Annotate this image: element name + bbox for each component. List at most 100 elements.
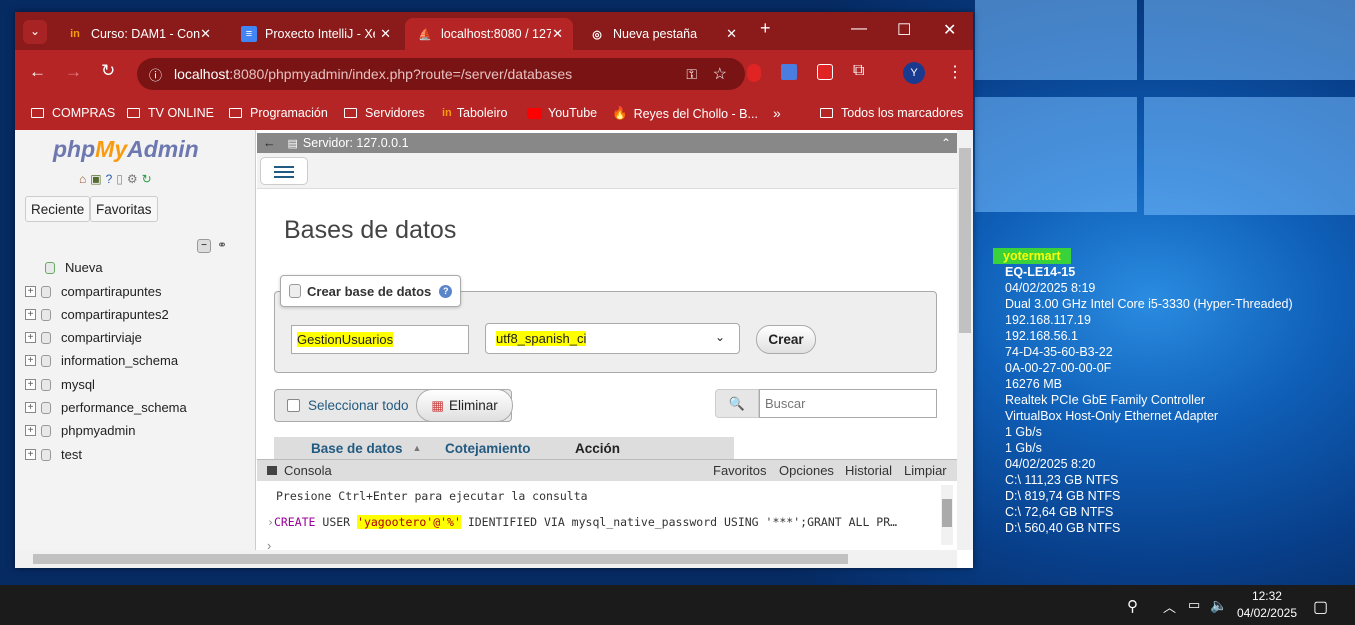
bookmark-programacion[interactable]: Programación xyxy=(229,106,328,120)
close-window-icon[interactable]: ✕ xyxy=(943,20,956,40)
settings-gear-icon[interactable]: ⚙ xyxy=(127,172,138,186)
bookmark-all[interactable]: Todos los marcadores xyxy=(820,106,963,120)
console-scrollbar[interactable] xyxy=(941,485,953,545)
expand-icon[interactable]: + xyxy=(25,449,36,460)
folder-icon xyxy=(31,108,44,118)
pma-logo[interactable]: phpMyAdmin xyxy=(53,136,199,163)
nav-db-item[interactable]: + compartirapuntes2 xyxy=(25,307,169,322)
more-bookmarks-icon[interactable]: » xyxy=(773,105,781,121)
console-query[interactable]: ›CREATE USER 'yagootero'@'%' IDENTIFIED … xyxy=(267,515,932,529)
maximize-icon[interactable]: ☐ xyxy=(897,20,911,40)
sysinfo-line: 16276 MB xyxy=(1005,377,1062,391)
console-favorites-link[interactable]: Favoritos xyxy=(713,463,766,478)
collapse-top-icon[interactable]: ⌃ xyxy=(941,136,951,150)
new-tab-icon[interactable]: + xyxy=(760,18,771,39)
nav-db-item[interactable]: + mysql xyxy=(25,377,95,392)
help-icon[interactable]: ? xyxy=(439,284,453,298)
favorites-button[interactable]: Favoritas xyxy=(90,196,158,222)
close-tab-icon[interactable]: ✕ xyxy=(552,26,563,42)
close-tab-icon[interactable]: ✕ xyxy=(200,26,211,42)
docs-icon[interactable]: ▯ xyxy=(116,172,123,186)
nav-new-database[interactable]: Nueva xyxy=(45,260,103,275)
extension-video-icon[interactable] xyxy=(817,64,833,80)
collation-select[interactable]: utf8_spanish_ci ⌄ xyxy=(485,323,740,354)
bookmark-servidores[interactable]: Servidores xyxy=(344,106,425,120)
extension-translate-icon[interactable] xyxy=(781,64,797,80)
expand-icon[interactable]: + xyxy=(25,355,36,366)
console-header[interactable]: Consola Favoritos Opciones Historial Lim… xyxy=(257,460,957,481)
expand-icon[interactable]: + xyxy=(25,309,36,320)
close-tab-icon[interactable]: ✕ xyxy=(726,26,737,42)
console-options-link[interactable]: Opciones xyxy=(779,463,834,478)
address-bar[interactable]: ⓘ localhost:8080/phpmyadmin/index.php?ro… xyxy=(137,58,745,90)
nav-db-item[interactable]: + test xyxy=(25,447,82,462)
col-collation[interactable]: Cotejamiento xyxy=(437,437,567,459)
database-icon xyxy=(41,354,51,367)
col-database[interactable]: Base de datos ▲ xyxy=(303,437,440,459)
bookmark-tv-online[interactable]: TV ONLINE xyxy=(127,106,214,120)
volume-icon[interactable]: 🔈 xyxy=(1210,597,1227,614)
nav-db-item[interactable]: + information_schema xyxy=(25,353,178,368)
nav-icon-row: ⌂ ▣ ? ▯ ⚙ ↻ xyxy=(79,172,152,186)
recent-button[interactable]: Reciente xyxy=(25,196,91,222)
people-icon[interactable]: ⚲ xyxy=(1127,597,1138,615)
site-info-icon[interactable]: ⓘ xyxy=(149,65,162,84)
show-hidden-icons-icon[interactable]: ︿ xyxy=(1163,597,1176,616)
menu-kebab-icon[interactable]: ⋮ xyxy=(947,62,963,82)
select-all-checkbox[interactable] xyxy=(287,399,300,412)
nav-db-item[interactable]: + performance_schema xyxy=(25,400,187,415)
nav-db-item[interactable]: + compartirviaje xyxy=(25,330,142,345)
bookmark-taboleiro[interactable]: in Taboleiro xyxy=(442,106,508,120)
logout-icon[interactable]: ▣ xyxy=(90,172,101,186)
search-input[interactable]: Buscar xyxy=(759,389,937,418)
collapse-all-icon[interactable]: − xyxy=(197,239,211,253)
nav-db-item[interactable]: + phpmyadmin xyxy=(25,423,135,438)
close-tab-icon[interactable]: ✕ xyxy=(380,26,391,42)
page-vertical-scrollbar[interactable] xyxy=(957,130,973,550)
server-label[interactable]: Servidor: 127.0.0.1 xyxy=(303,136,409,150)
network-icon[interactable]: ▭ xyxy=(1188,597,1200,613)
console-label: Consola xyxy=(284,463,332,478)
expand-icon[interactable]: + xyxy=(25,379,36,390)
bookmark-reyes-chollo[interactable]: 🔥 Reyes del Chollo - B... xyxy=(612,106,758,121)
password-key-icon[interactable]: ⚿ xyxy=(686,66,697,83)
delete-button[interactable]: ▦ Eliminar xyxy=(416,389,513,422)
expand-icon[interactable]: + xyxy=(25,425,36,436)
notifications-icon[interactable]: ▢ xyxy=(1313,597,1328,617)
tab-search-button[interactable]: ⌄ xyxy=(23,20,47,44)
bookmark-star-icon[interactable]: ☆ xyxy=(713,64,727,84)
page-horizontal-scrollbar[interactable] xyxy=(15,550,957,568)
bookmark-compras[interactable]: COMPRAS xyxy=(31,106,115,120)
console-history-link[interactable]: Historial xyxy=(845,463,892,478)
db-name-input[interactable]: GestionUsuarios xyxy=(291,325,469,354)
link-icon[interactable]: ⚭ xyxy=(217,238,227,252)
create-button[interactable]: Crear xyxy=(756,325,816,354)
profile-avatar[interactable]: Y xyxy=(903,62,925,84)
menu-hamburger-button[interactable] xyxy=(260,157,308,185)
help-icon[interactable]: ? xyxy=(106,172,113,186)
folder-icon xyxy=(344,108,357,118)
nav-db-item[interactable]: + compartirapuntes xyxy=(25,284,161,299)
sysinfo-line: 192.168.117.19 xyxy=(1005,313,1091,327)
extension-adblock-icon[interactable] xyxy=(747,64,761,82)
expand-icon[interactable]: + xyxy=(25,402,36,413)
minimize-icon[interactable]: — xyxy=(851,20,867,38)
home-icon[interactable]: ⌂ xyxy=(79,172,86,186)
reload-nav-icon[interactable]: ↻ xyxy=(142,172,152,186)
console-clear-link[interactable]: Limpiar xyxy=(904,463,947,478)
tab-curso[interactable]: in Curso: DAM1 - Con ✕ xyxy=(55,18,221,50)
bookmark-youtube[interactable]: YouTube xyxy=(527,106,597,120)
select-all-label[interactable]: Seleccionar todo xyxy=(308,398,409,413)
tab-nueva[interactable]: ◎ Nueva pestaña ✕ xyxy=(577,18,747,50)
taskbar-clock[interactable]: 12:32 04/02/2025 xyxy=(1237,588,1297,622)
extensions-puzzle-icon[interactable]: ⧉ xyxy=(853,62,864,80)
tab-proxecto[interactable]: ≡ Proxecto IntelliJ - Xe ✕ xyxy=(229,18,401,50)
expand-icon[interactable]: + xyxy=(25,286,36,297)
tab-phpmyadmin[interactable]: ⛵ localhost:8080 / 127 ✕ xyxy=(405,18,573,50)
sysinfo-line: C:\ 72,64 GB NTFS xyxy=(1005,505,1114,519)
reload-icon[interactable]: ↻ xyxy=(101,61,115,81)
back-icon[interactable]: ← xyxy=(29,62,46,82)
expand-icon[interactable]: + xyxy=(25,332,36,343)
collapse-nav-icon[interactable]: ← xyxy=(257,136,282,150)
forward-icon[interactable]: → xyxy=(65,62,82,82)
